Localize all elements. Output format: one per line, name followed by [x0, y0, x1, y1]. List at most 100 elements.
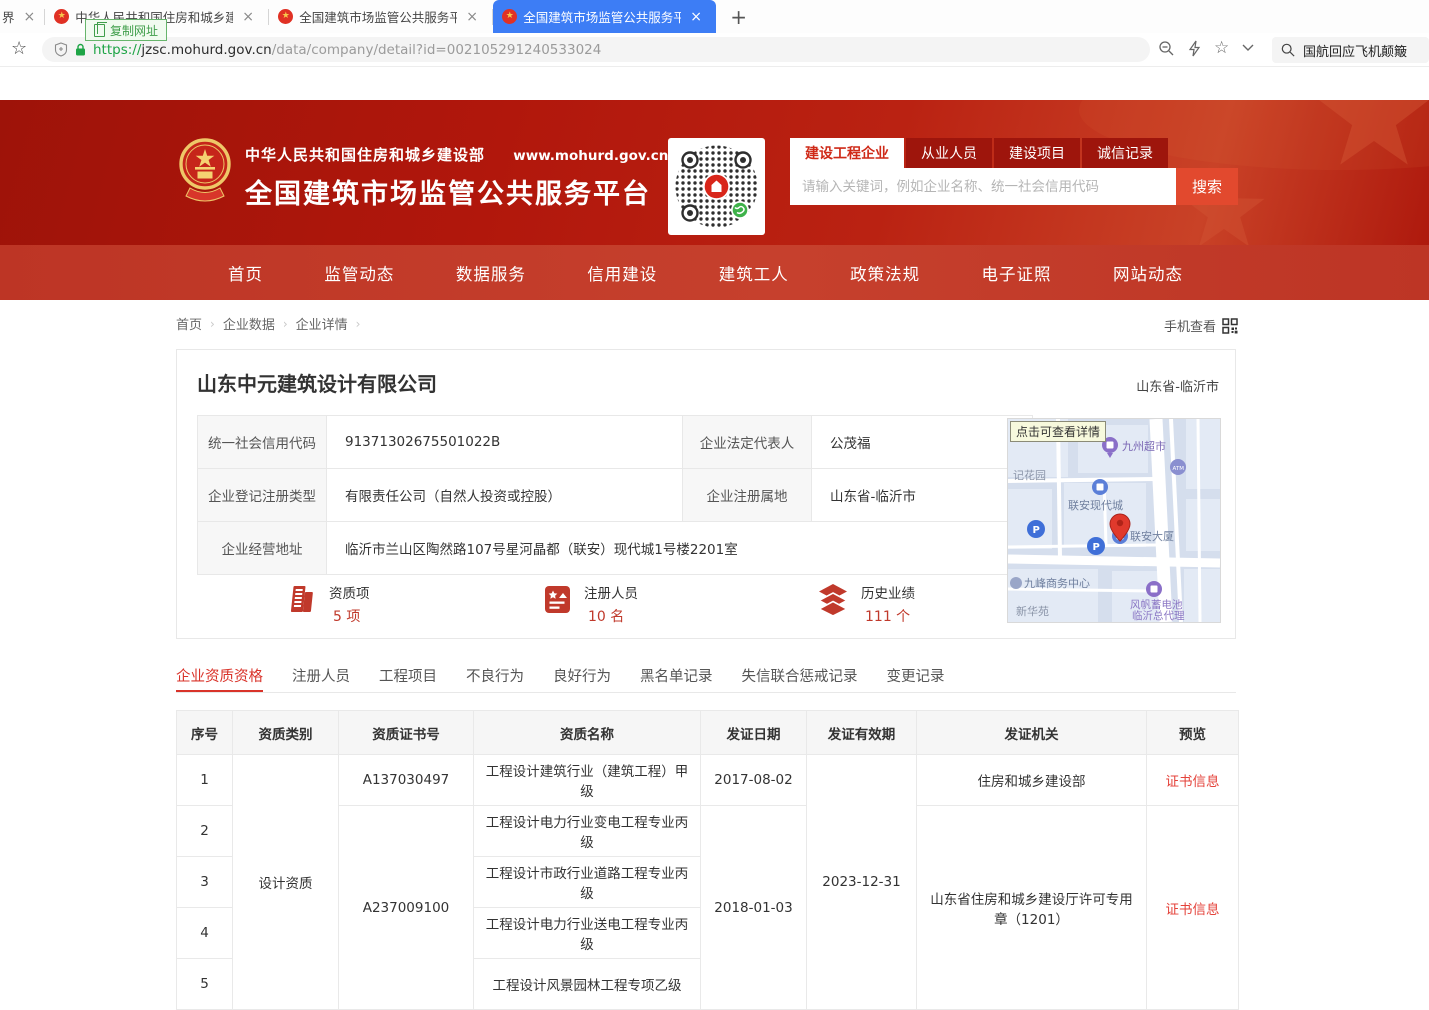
reg-region-value: 山东省-临沂市	[812, 469, 1033, 522]
table-header-row: 序号 资质类别 资质证书号 资质名称 发证日期 发证有效期 发证机关 预览	[177, 711, 1239, 755]
nav-item-site-news[interactable]: 网站动态	[1113, 261, 1183, 285]
company-location-map[interactable]: 九州超市 ATM 记花园 联安现代城 P P 联安大厦 九峰商务中心 风帆蓄电池	[1007, 418, 1221, 623]
certificate-info-link[interactable]: 证书信息	[1166, 902, 1220, 918]
cert-number: A237009100	[339, 806, 474, 1010]
col-validity: 发证有效期	[807, 711, 917, 755]
browser-tab-strip: 界 × ★ 中华人民共和国住房和城乡建设 × ★ 全国建筑市场监管公共服务平台 …	[0, 0, 1429, 33]
row-index: 1	[177, 755, 233, 806]
mobile-view[interactable]: 手机查看	[1164, 316, 1238, 335]
col-issue-date: 发证日期	[701, 711, 807, 755]
col-cert-no: 资质证书号	[339, 711, 474, 755]
stat-registered-personnel[interactable]: 注册人员 10 名	[540, 582, 638, 626]
tab-change-record[interactable]: 变更记录	[887, 665, 945, 692]
close-icon[interactable]: ×	[24, 10, 36, 24]
header-search-module: 建设工程企业 从业人员 建设项目 诚信记录 搜索	[790, 138, 1238, 205]
credit-code-value: 91371302675501022B	[327, 416, 683, 469]
map-label: 联安大厦	[1130, 529, 1174, 543]
url-path: /data/company/detail?id=0021052912405330…	[272, 42, 602, 58]
browser-tab-active[interactable]: ★ 全国建筑市场监管公共服务平台 ×	[493, 0, 716, 33]
cert-number: A137030497	[339, 755, 474, 806]
qualification-name: 工程设计市政行业道路工程专业丙级	[474, 857, 701, 908]
tab-registered-personnel[interactable]: 注册人员	[292, 665, 350, 692]
map-label: 临沂总代理	[1132, 609, 1185, 622]
keyword-search-input[interactable]	[790, 168, 1176, 205]
site-brand: 中华人民共和国住房和城乡建设部 www.mohurd.gov.cn 全国建筑市场…	[245, 144, 668, 211]
close-icon[interactable]: ×	[466, 10, 478, 24]
nav-item-policy[interactable]: 政策法规	[850, 261, 920, 285]
map-label: 新华苑	[1016, 604, 1049, 618]
browser-quick-search[interactable]: 国航回应飞机颠簸	[1272, 37, 1429, 63]
close-icon[interactable]: ×	[242, 10, 254, 24]
ministry-name: 中华人民共和国住房和城乡建设部	[245, 146, 485, 164]
row-index: 3	[177, 857, 233, 908]
tab-blacklist[interactable]: 黑名单记录	[640, 665, 713, 692]
nav-item-credit[interactable]: 信用建设	[587, 261, 657, 285]
table-row: 统一社会信用代码 91371302675501022B 企业法定代表人 公茂福	[198, 416, 1033, 469]
row-index: 4	[177, 908, 233, 959]
ministry-url: www.mohurd.gov.cn	[513, 148, 668, 164]
address-value: 临沂市兰山区陶然路107号星河晶都（联安）现代城1号楼2201室	[327, 522, 1033, 575]
search-tab-enterprise[interactable]: 建设工程企业	[790, 138, 904, 168]
stat-label: 注册人员	[584, 582, 638, 602]
favorite-star-icon[interactable]: ☆	[1214, 38, 1229, 58]
new-tab-button[interactable]: +	[730, 5, 747, 29]
issuing-authority: 山东省住房和城乡建设厅许可专用章（1201）	[917, 806, 1147, 1010]
header-search-row: 搜索	[790, 168, 1238, 205]
col-authority: 发证机关	[917, 711, 1147, 755]
breadcrumb-home[interactable]: 首页	[176, 314, 202, 333]
secure-lock-icon	[75, 43, 86, 56]
layers-icon	[815, 582, 851, 616]
search-icon	[1281, 43, 1295, 57]
col-name: 资质名称	[474, 711, 701, 755]
stat-history-performance[interactable]: 历史业绩 111 个	[815, 582, 915, 626]
url-domain: jzsc.mohurd.gov.cn	[141, 42, 271, 58]
map-label: 九州超市	[1122, 439, 1166, 453]
reg-region-label: 企业注册属地	[683, 469, 812, 522]
table-row: 企业经营地址 临沂市兰山区陶然路107号星河晶都（联安）现代城1号楼2201室	[198, 522, 1033, 575]
tab-bad-behavior[interactable]: 不良行为	[466, 665, 524, 692]
quick-search-text: 国航回应飞机颠簸	[1303, 41, 1407, 60]
breadcrumb-company-data[interactable]: 企业数据	[223, 314, 275, 333]
site-title: 全国建筑市场监管公共服务平台	[245, 172, 668, 211]
flash-icon[interactable]	[1188, 40, 1201, 57]
bookmark-star-icon[interactable]: ☆	[11, 38, 27, 59]
page: 界 × ★ 中华人民共和国住房和城乡建设 × ★ 全国建筑市场监管公共服务平台 …	[0, 0, 1429, 996]
tab-good-behavior[interactable]: 良好行为	[553, 665, 611, 692]
reg-type-label: 企业登记注册类型	[198, 469, 327, 522]
site-header-banner: 中华人民共和国住房和城乡建设部 www.mohurd.gov.cn 全国建筑市场…	[0, 100, 1429, 245]
shield-plus-icon[interactable]	[54, 42, 68, 57]
search-tab-credit[interactable]: 诚信记录	[1082, 138, 1168, 168]
close-icon[interactable]: ×	[690, 10, 702, 24]
tab-qualifications[interactable]: 企业资质资格	[176, 665, 263, 692]
search-tab-personnel[interactable]: 从业人员	[906, 138, 992, 168]
nav-item-data-service[interactable]: 数据服务	[456, 261, 526, 285]
tab-label: 全国建筑市场监管公共服务平台	[299, 7, 457, 26]
mobile-view-label: 手机查看	[1164, 316, 1216, 335]
search-button[interactable]: 搜索	[1176, 168, 1238, 205]
zoom-out-icon[interactable]	[1158, 40, 1175, 57]
qualification-name: 工程设计建筑行业（建筑工程）甲级	[474, 755, 701, 806]
nav-item-supervision[interactable]: 监管动态	[324, 261, 394, 285]
company-stats: 资质项 5 项 注册人员 10 名	[197, 582, 987, 630]
site-qr-code	[668, 138, 765, 235]
stat-qualifications[interactable]: 资质项 5 项	[285, 582, 370, 626]
search-tab-project[interactable]: 建设项目	[994, 138, 1080, 168]
legal-rep-value: 公茂福	[812, 416, 1033, 469]
qualification-table: 序号 资质类别 资质证书号 资质名称 发证日期 发证有效期 发证机关 预览 1 …	[176, 710, 1239, 1010]
tab-projects[interactable]: 工程项目	[379, 665, 437, 692]
browser-tab-partial[interactable]: 界 ×	[0, 0, 44, 33]
copy-url-tooltip-label: 复制网址	[110, 22, 158, 39]
nav-item-workers[interactable]: 建筑工人	[719, 261, 789, 285]
certificate-info-link[interactable]: 证书信息	[1166, 774, 1220, 790]
breadcrumb-company-detail[interactable]: 企业详情	[296, 314, 348, 333]
chevron-down-icon[interactable]	[1242, 44, 1254, 52]
nav-item-home[interactable]: 首页	[228, 261, 263, 285]
map-tooltip: 点击可查看详情	[1010, 421, 1106, 442]
qr-code-icon[interactable]	[1222, 318, 1238, 334]
url-field[interactable]: https://jzsc.mohurd.gov.cn/data/company/…	[42, 37, 1150, 62]
nav-item-e-cert[interactable]: 电子证照	[982, 261, 1052, 285]
col-category: 资质类别	[233, 711, 339, 755]
browser-tab-jzsc[interactable]: ★ 全国建筑市场监管公共服务平台 ×	[269, 0, 492, 33]
tab-dishonesty-record[interactable]: 失信联合惩戒记录	[742, 665, 858, 692]
qualification-category: 设计资质	[233, 755, 339, 1010]
